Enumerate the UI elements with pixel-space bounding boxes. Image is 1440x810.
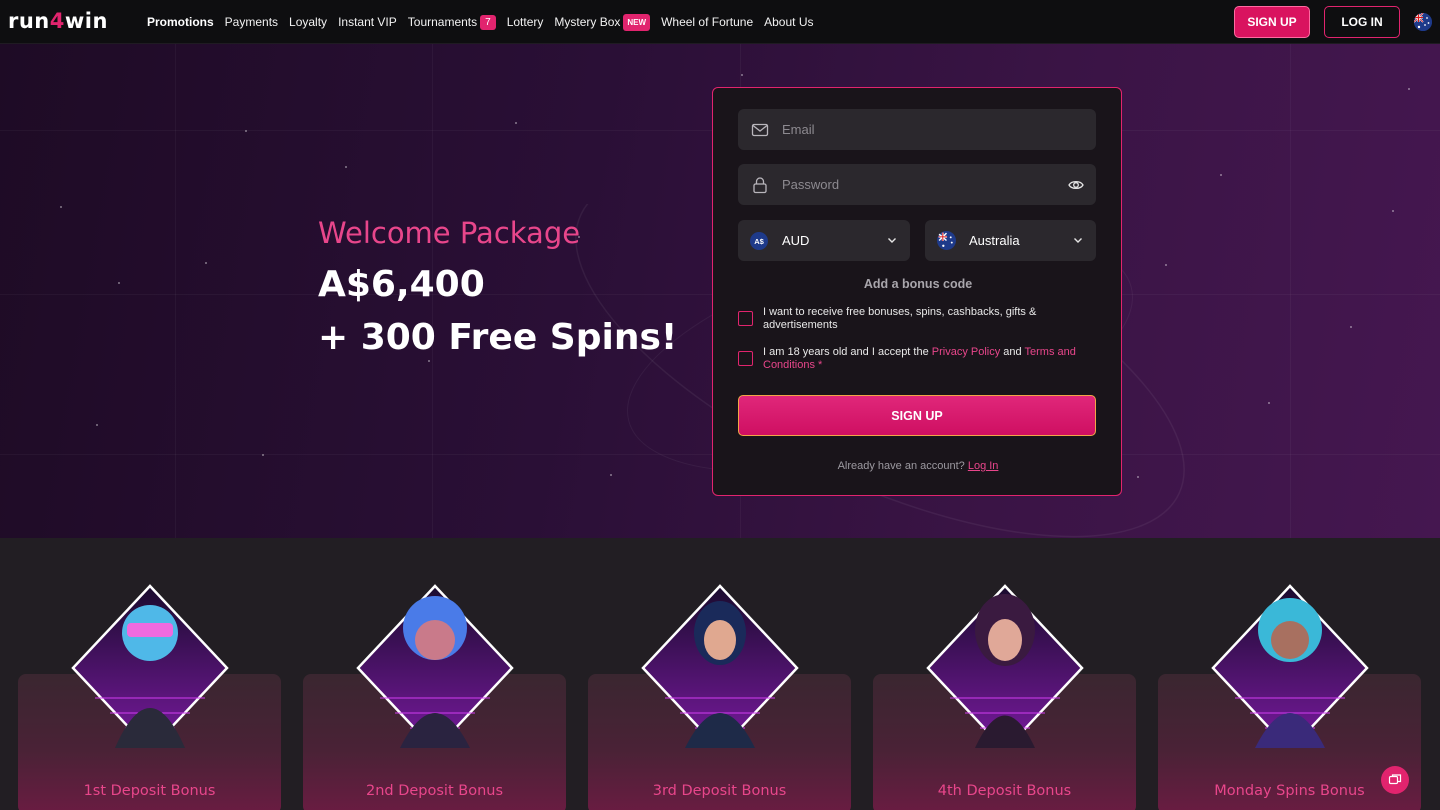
bonus-card-label: 1st Deposit Bonus — [83, 783, 216, 799]
star — [1408, 88, 1410, 90]
character-artwork-4 — [926, 584, 1084, 748]
chat-support-button[interactable] — [1381, 766, 1409, 794]
star — [60, 206, 62, 208]
nav-promotions[interactable]: Promotions — [147, 15, 214, 29]
lock-icon — [753, 177, 767, 194]
star — [610, 474, 612, 476]
star — [1220, 174, 1222, 176]
hero-title: Welcome Package — [318, 216, 581, 250]
marketing-consent-row: I want to receive free bonuses, spins, c… — [738, 306, 1083, 331]
age-consent-checkbox[interactable] — [738, 351, 753, 366]
australia-flag-icon[interactable] — [1414, 13, 1432, 31]
new-badge: NEW — [623, 13, 651, 31]
chat-icon — [1388, 774, 1402, 785]
signup-submit-button[interactable]: SIGN UP — [738, 395, 1096, 436]
country-select[interactable]: Australia — [925, 220, 1096, 261]
country-value: Australia — [969, 233, 1020, 248]
star — [428, 360, 430, 362]
age-consent-text: I am 18 years old and I accept the Priva… — [763, 346, 1076, 371]
password-field[interactable]: Password — [738, 164, 1096, 205]
nav-instant-vip[interactable]: Instant VIP — [338, 15, 397, 29]
bonus-card-label: 3rd Deposit Bonus — [652, 783, 787, 799]
character-artwork-3 — [641, 584, 799, 748]
aud-currency-icon: A$ — [750, 232, 768, 250]
nav-wheel-of-fortune[interactable]: Wheel of Fortune — [661, 15, 753, 29]
star — [245, 130, 247, 132]
nav-loyalty[interactable]: Loyalty — [289, 15, 327, 29]
star — [345, 166, 347, 168]
nav-lottery[interactable]: Lottery — [507, 15, 544, 29]
nav-tournaments[interactable]: Tournaments 7 — [408, 14, 496, 30]
already-account-text: Already have an account? Log In — [837, 460, 999, 472]
site-logo[interactable]: run4win — [8, 9, 108, 33]
top-header: run4win Promotions Payments Loyalty Inst… — [0, 0, 1440, 44]
star — [1165, 264, 1167, 266]
star — [1392, 210, 1394, 212]
grid-line — [175, 44, 176, 538]
bonus-card-label: 4th Deposit Bonus — [937, 783, 1072, 799]
currency-value: AUD — [782, 233, 810, 248]
currency-select[interactable]: A$ AUD — [738, 220, 910, 261]
tournaments-count-badge: 7 — [480, 14, 496, 30]
email-placeholder: Email — [782, 122, 815, 137]
eye-icon[interactable] — [1068, 177, 1084, 193]
privacy-policy-link[interactable]: Privacy Policy — [932, 346, 1000, 358]
bonus-cards-section: 1st Deposit Bonus 2nd Deposit Bonus 3rd … — [0, 538, 1440, 810]
header-signup-button[interactable]: SIGN UP — [1234, 6, 1310, 38]
nav-mystery-box[interactable]: Mystery Box NEW — [554, 13, 651, 31]
star — [741, 74, 743, 76]
add-bonus-code-link[interactable]: Add a bonus code — [713, 277, 1123, 291]
chevron-down-icon — [1074, 238, 1082, 243]
nav-payments[interactable]: Payments — [225, 15, 278, 29]
header-login-button[interactable]: LOG IN — [1324, 6, 1400, 38]
password-placeholder: Password — [782, 177, 840, 192]
login-link[interactable]: Log In — [968, 460, 999, 472]
hero-amount: A$6,400 — [318, 264, 485, 305]
star — [1268, 402, 1270, 404]
hero-free-spins: + 300 Free Spins! — [318, 317, 678, 358]
grid-line — [1290, 44, 1291, 538]
bonus-card-label: 2nd Deposit Bonus — [365, 783, 504, 799]
character-artwork-1 — [71, 584, 229, 748]
star — [262, 454, 264, 456]
marketing-consent-text: I want to receive free bonuses, spins, c… — [763, 306, 1037, 331]
star — [205, 262, 207, 264]
age-consent-row: I am 18 years old and I accept the Priva… — [738, 346, 1083, 371]
signup-form: Email Password A$ AUD Australia Add a bo… — [712, 87, 1122, 496]
nav-about-us[interactable]: About Us — [764, 15, 813, 29]
star — [118, 282, 120, 284]
australia-flag-icon — [937, 231, 956, 250]
main-nav: Promotions Payments Loyalty Instant VIP … — [147, 0, 824, 44]
star — [1137, 476, 1139, 478]
chevron-down-icon — [888, 238, 896, 243]
star — [96, 424, 98, 426]
email-field[interactable]: Email — [738, 109, 1096, 150]
marketing-consent-checkbox[interactable] — [738, 311, 753, 326]
mail-icon — [751, 123, 769, 137]
star — [1350, 326, 1352, 328]
character-artwork-2 — [356, 584, 514, 748]
star — [515, 122, 517, 124]
character-artwork-5 — [1211, 584, 1369, 748]
